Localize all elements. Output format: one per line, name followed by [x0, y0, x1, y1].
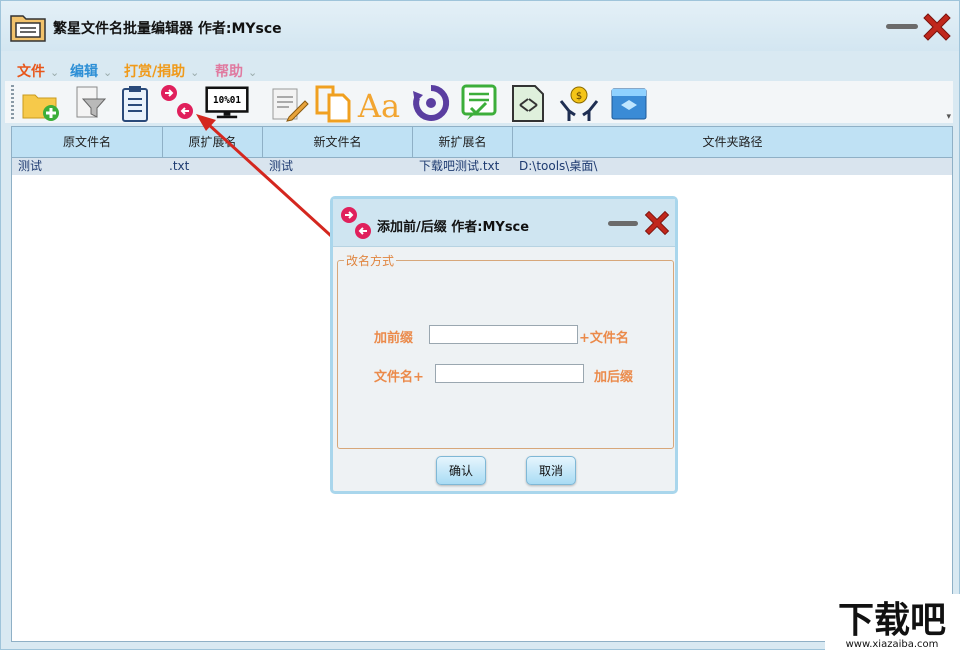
- app-folder-icon: [10, 15, 46, 42]
- cell-folder-path: D:\tools\桌面\: [519, 159, 598, 173]
- menu-file[interactable]: 文件 ⌄: [17, 61, 59, 81]
- chevron-down-icon: ⌄: [190, 66, 200, 79]
- font-case-button[interactable]: Aa: [357, 83, 401, 125]
- menu-donate[interactable]: 打赏/捐助 ⌄: [124, 61, 199, 81]
- add-folder-button[interactable]: [19, 83, 63, 123]
- header-folder-path[interactable]: 文件夹路径: [513, 127, 952, 157]
- header-new-name[interactable]: 新文件名: [263, 127, 413, 157]
- suffix-input[interactable]: [435, 364, 584, 383]
- suffix-head-label: 文件名+: [374, 370, 424, 385]
- checklist-icon: [461, 84, 497, 120]
- table-row[interactable]: 测试 .txt 测试 下载吧测试.txt D:\tools\桌面\: [12, 158, 952, 175]
- menu-bar: 文件 ⌄ 编辑 ⌄ 打赏/捐助 ⌄ 帮助 ⌄: [1, 56, 959, 82]
- svg-text:Aa: Aa: [357, 87, 400, 123]
- prefix-label: 加前缀: [374, 331, 414, 346]
- prefix-tail-label: +文件名: [579, 331, 629, 346]
- window-title: 繁星文件名批量编辑器 作者:MYsce: [53, 21, 282, 37]
- clipboard-button[interactable]: [113, 83, 157, 123]
- toolbar: 10%01 Aa $ ▾: [5, 81, 953, 125]
- site-watermark-logo: 下载吧 www.xiazaiba.com: [825, 594, 960, 650]
- cell-new-name: 测试: [269, 159, 294, 173]
- menu-edit[interactable]: 编辑 ⌄: [70, 61, 112, 81]
- menu-edit-label: 编辑: [70, 64, 98, 80]
- dialog-title-bar: 添加前/后缀 作者:MYsce: [333, 199, 675, 247]
- edit-button[interactable]: [267, 83, 311, 123]
- donate-button[interactable]: $: [557, 83, 601, 123]
- menu-help-label: 帮助: [215, 64, 243, 80]
- minimize-button[interactable]: [886, 24, 918, 29]
- replace-document-icon: [512, 85, 544, 122]
- menu-file-label: 文件: [17, 64, 45, 80]
- donate-hands-icon: $: [559, 86, 599, 121]
- binary-button[interactable]: 10%01: [205, 83, 249, 123]
- undo-button[interactable]: [409, 83, 453, 123]
- dialog-close-button[interactable]: [641, 207, 673, 239]
- menu-help[interactable]: 帮助 ⌄: [215, 61, 257, 81]
- prefix-suffix-button[interactable]: [157, 83, 201, 123]
- dialog-title: 添加前/后缀 作者:MYsce: [377, 220, 530, 235]
- undo-icon: [413, 84, 450, 121]
- copy-pages-icon: [315, 85, 351, 123]
- title-bar: 繁星文件名批量编辑器 作者:MYsce: [1, 1, 959, 51]
- dialog-minimize-button[interactable]: [608, 221, 638, 226]
- font-case-icon: Aa: [357, 87, 400, 125]
- chevron-down-icon: ⌄: [103, 66, 113, 79]
- cell-original-name: 测试: [18, 159, 43, 173]
- add-prefix-suffix-dialog: 添加前/后缀 作者:MYsce 改名方式 加前缀 +文件名 文件名+ 加后缀 确…: [330, 196, 678, 494]
- edit-document-icon: [272, 88, 309, 122]
- cell-new-ext: 下载吧测试.txt: [419, 159, 500, 173]
- replace-button[interactable]: [507, 83, 551, 123]
- add-folder-icon: [22, 94, 59, 121]
- prefix-suffix-icon: [161, 85, 193, 119]
- menu-donate-label: 打赏/捐助: [124, 64, 186, 80]
- cancel-button[interactable]: 取消: [526, 456, 576, 485]
- rename-mode-group: 改名方式 加前缀 +文件名 文件名+ 加后缀: [337, 252, 674, 449]
- binary-monitor-icon: 10%01: [205, 86, 249, 119]
- chevron-down-icon: ⌄: [50, 66, 60, 79]
- group-label: 改名方式: [344, 252, 397, 269]
- filter-document-icon: [76, 86, 107, 118]
- app-window-icon: [611, 88, 647, 120]
- header-original-name[interactable]: 原文件名: [12, 127, 163, 157]
- close-window-button[interactable]: [919, 9, 955, 45]
- svg-text:$: $: [576, 91, 582, 102]
- watermark-url: www.xiazaiba.com: [846, 639, 939, 650]
- filter-button[interactable]: [67, 83, 111, 123]
- clipboard-icon: [122, 86, 148, 122]
- table-header: 原文件名 原扩展名 新文件名 新扩展名 文件夹路径: [12, 127, 952, 158]
- svg-text:10%01: 10%01: [213, 95, 241, 106]
- header-new-ext[interactable]: 新扩展名: [413, 127, 513, 157]
- copy-button[interactable]: [311, 83, 355, 123]
- watermark-brand: 下载吧: [838, 600, 946, 641]
- app-window-button[interactable]: [607, 83, 651, 123]
- checklist-button[interactable]: [457, 83, 501, 123]
- toolbar-grip[interactable]: [11, 85, 14, 119]
- suffix-label: 加后缀: [594, 370, 634, 385]
- prefix-suffix-icon: [341, 207, 371, 239]
- cell-original-ext: .txt: [169, 159, 190, 173]
- chevron-down-icon: ⌄: [248, 66, 258, 79]
- header-original-ext[interactable]: 原扩展名: [163, 127, 263, 157]
- prefix-input[interactable]: [429, 325, 578, 344]
- toolbar-overflow-icon[interactable]: ▾: [946, 111, 951, 122]
- confirm-button[interactable]: 确认: [436, 456, 486, 485]
